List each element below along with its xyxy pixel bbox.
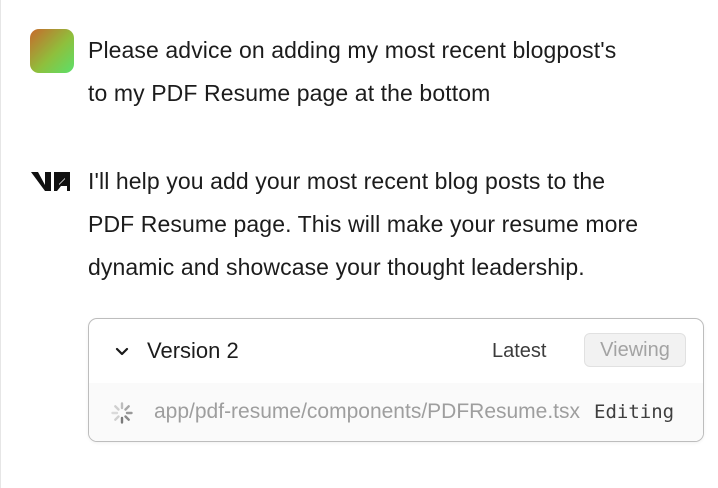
user-message-line: Please advice on adding my most recent b… (88, 37, 617, 63)
latest-label: Latest (492, 340, 547, 362)
assistant-message-text: I'll help you add your most recent blog … (88, 160, 708, 289)
conversation-divider (0, 0, 1, 488)
version-card-header[interactable]: Version 2 Latest Viewing (89, 319, 703, 383)
chevron-down-icon[interactable] (113, 342, 131, 360)
user-message-line: to my PDF Resume page at the bottom (88, 80, 491, 106)
user-message-text: Please advice on adding my most recent b… (88, 29, 708, 115)
file-row[interactable]: app/pdf-resume/components/PDFResume.tsx … (89, 383, 703, 441)
assistant-message-line: dynamic and showcase your thought leader… (88, 254, 585, 280)
version-title: Version 2 (147, 338, 239, 363)
loading-spinner-icon (111, 402, 133, 424)
version-card: Version 2 Latest Viewing app/pdf-resume/… (88, 318, 704, 442)
file-status: Editing (594, 401, 675, 423)
user-avatar (30, 29, 74, 73)
file-path: app/pdf-resume/components/PDFResume.tsx (154, 400, 580, 423)
assistant-message-line: PDF Resume page. This will make your res… (88, 211, 639, 237)
assistant-message: I'll help you add your most recent blog … (30, 160, 708, 289)
v0-logo-icon (31, 172, 70, 191)
viewing-button[interactable]: Viewing (584, 333, 686, 367)
user-message: Please advice on adding my most recent b… (30, 29, 708, 115)
assistant-message-line: I'll help you add your most recent blog … (88, 168, 606, 194)
